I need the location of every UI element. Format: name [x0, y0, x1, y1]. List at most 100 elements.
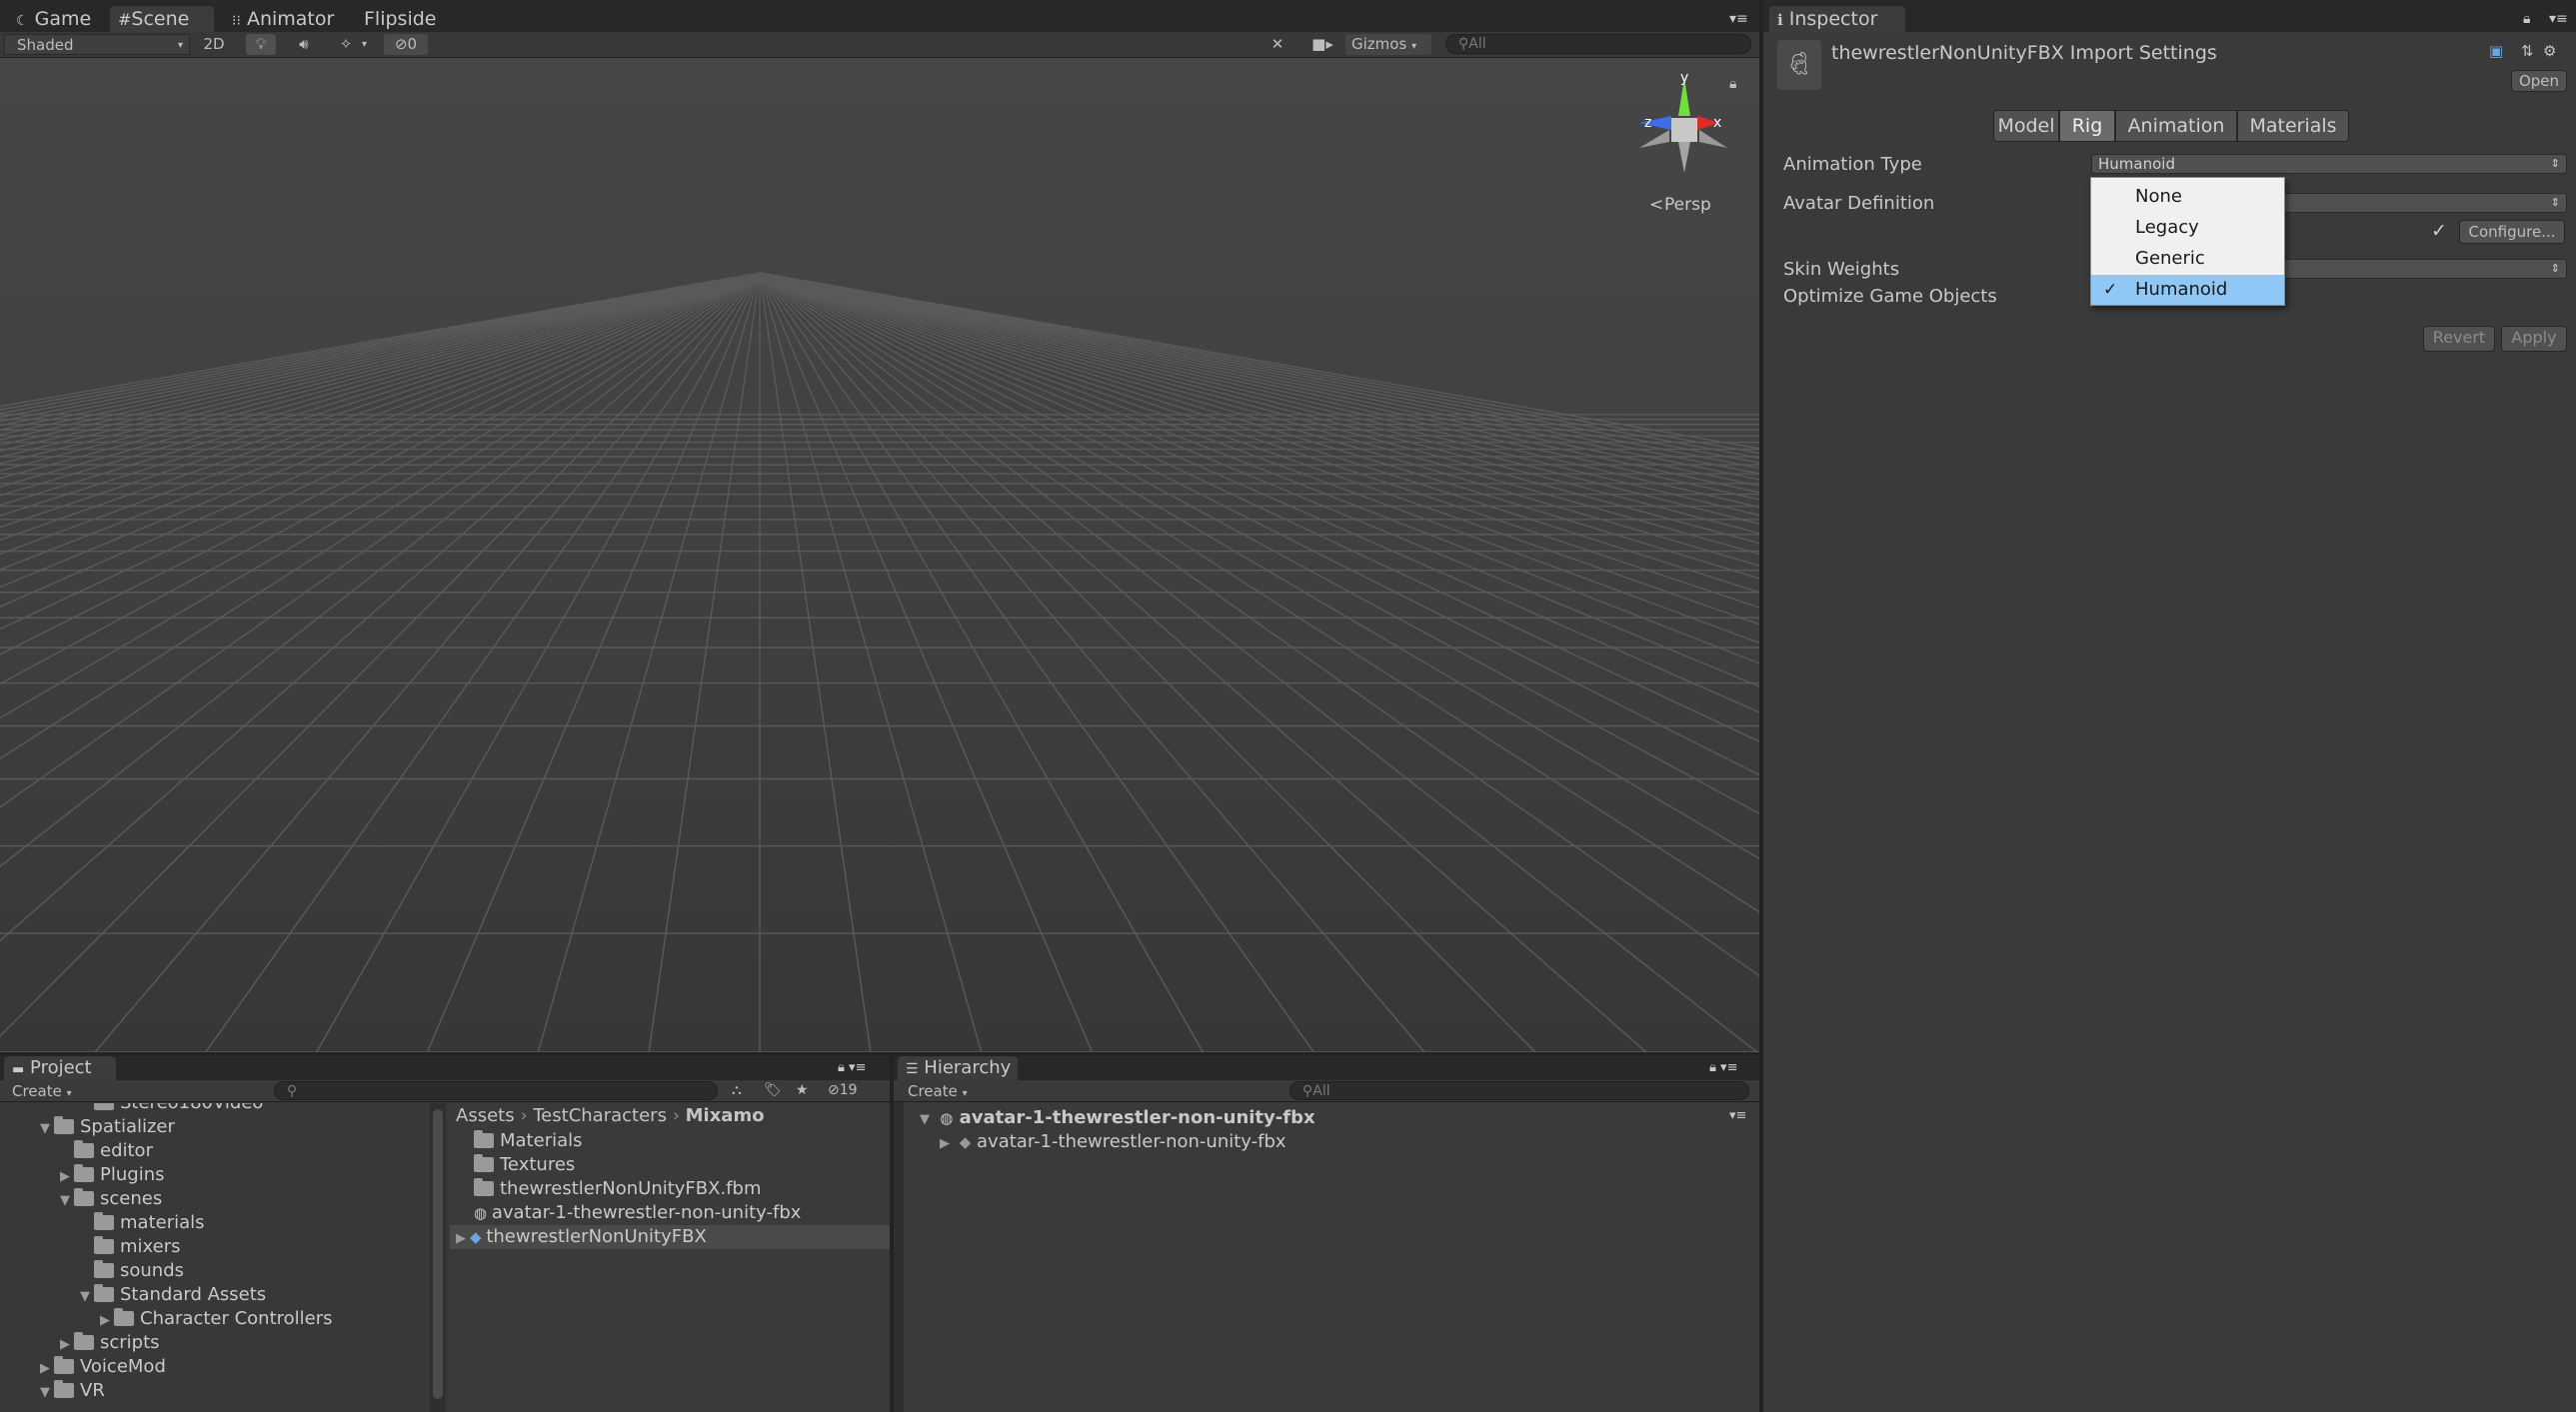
animation-type-value: Humanoid — [2098, 155, 2175, 173]
tab-animator[interactable]: ⁝⁝ Animator — [224, 6, 342, 32]
asset-item[interactable]: Textures — [450, 1153, 890, 1177]
favorite-star-icon[interactable]: ★ — [796, 1080, 809, 1101]
tree-item[interactable]: ▼ scenes — [60, 1187, 163, 1211]
menu-item-legacy[interactable]: Legacy — [2091, 213, 2284, 243]
folder-icon — [94, 1284, 114, 1302]
tree-item[interactable]: ▶ VoiceMod — [40, 1355, 166, 1379]
tree-item[interactable]: editor — [74, 1139, 153, 1163]
game-controller-icon: ☾ — [16, 13, 29, 29]
lighting-toggle-icon[interactable]: 💡︎ — [246, 34, 276, 55]
asset-item[interactable]: ▶ ◆ thewrestlerNonUnityFBX — [450, 1225, 890, 1249]
breadcrumb-mixamo[interactable]: Mixamo — [686, 1105, 765, 1126]
collapsed-arrow-icon[interactable]: ▶ — [60, 1165, 74, 1189]
tab-rig[interactable]: Rig — [2059, 110, 2115, 142]
asset-item[interactable]: ◍ avatar-1-thewrestler-non-unity-fbx — [450, 1201, 890, 1225]
tab-game[interactable]: ☾ Game — [8, 6, 99, 32]
tree-item[interactable]: ▼ VR — [40, 1379, 105, 1403]
tab-project[interactable]: ▬ Project — [4, 1056, 116, 1080]
audio-toggle-icon[interactable]: 🔊︎ — [290, 34, 318, 55]
tree-item-label: VR — [80, 1380, 105, 1401]
inspector-lock-icon[interactable]: 🔒︎ — [2515, 6, 2538, 32]
tab-flipside[interactable]: Flipside — [356, 6, 444, 32]
collapsed-arrow-icon[interactable]: ▶ — [100, 1309, 114, 1333]
tree-item-label: sounds — [120, 1260, 185, 1281]
tree-item[interactable]: ▶ scripts — [60, 1331, 160, 1355]
effects-chevron-down-icon[interactable]: ▾ — [362, 34, 376, 55]
eye-slash-icon: ⊘ — [394, 35, 408, 53]
collapsed-arrow-icon[interactable]: ▶ — [456, 1227, 470, 1251]
filter-by-type-icon[interactable]: ⛬ — [732, 1080, 742, 1101]
tree-item[interactable]: ▼ Standard Assets — [80, 1283, 266, 1307]
tree-item-label: scenes — [100, 1188, 163, 1209]
hierarchy-panel: ☰ Hierarchy 🔒︎ ▾≡ Create ▾ ⚲All ▼ ◍ avat… — [894, 1056, 1759, 1412]
expanded-arrow-icon[interactable]: ▼ — [80, 1285, 94, 1309]
scene-tab-bar: ☾ Game #Scene ⁝⁝ Animator Flipside ▾≡ — [0, 0, 1759, 32]
hierarchy-search-input[interactable]: ⚲All — [1289, 1081, 1749, 1100]
tab-scene[interactable]: #Scene — [110, 6, 214, 32]
project-search-input[interactable]: ⚲ — [274, 1081, 718, 1100]
tree-scrollbar[interactable] — [430, 1103, 446, 1412]
panel-menu-icon[interactable]: ▾≡ — [2541, 6, 2576, 32]
open-button[interactable]: Open — [2511, 70, 2567, 92]
tab-inspector[interactable]: ℹ Inspector — [1769, 6, 1905, 32]
expanded-arrow-icon[interactable]: ▼ — [40, 1117, 54, 1141]
project-lock-icon[interactable]: 🔒︎ ▾≡ — [830, 1056, 874, 1080]
tree-item[interactable]: materials — [94, 1211, 205, 1235]
collapsed-arrow-icon[interactable]: ▶ — [60, 1333, 74, 1357]
effects-toggle-icon[interactable]: ✧ — [332, 34, 360, 55]
tools-icon[interactable]: ✕ — [1266, 34, 1289, 55]
menu-item-humanoid[interactable]: ✓ Humanoid — [2091, 275, 2284, 305]
hidden-objects-toggle[interactable]: ⊘0 — [384, 34, 428, 55]
expand-arrow-icon[interactable]: ▼ — [920, 1108, 934, 1132]
collapsed-arrow-icon[interactable]: ▶ — [40, 1357, 54, 1381]
projection-label[interactable]: Persp — [1664, 195, 1711, 215]
inspector-title: thewrestlerNonUnityFBX Import Settings — [1831, 42, 2217, 64]
menu-item-none[interactable]: None — [2091, 182, 2284, 212]
expanded-arrow-icon[interactable]: ▼ — [40, 1381, 54, 1405]
tree-item[interactable]: ▼ Spatializer — [40, 1115, 175, 1139]
asset-item[interactable]: Materials — [450, 1129, 890, 1153]
updown-chevron-icon: ⇕ — [2550, 262, 2560, 275]
animation-type-dropdown[interactable]: Humanoid ⇕ — [2091, 154, 2567, 174]
hierarchy-scene-row[interactable]: ▼ ◍ avatar-1-thewrestler-non-unity-fbx — [920, 1106, 1315, 1130]
tree-item[interactable]: mixers — [94, 1235, 181, 1259]
scene-viewport[interactable]: y z x < Persp 🔒︎ — [0, 58, 1759, 1052]
tree-item[interactable]: Stereo180Video — [94, 1103, 263, 1115]
hierarchy-lock-icon[interactable]: 🔒︎ ▾≡ — [1701, 1056, 1745, 1080]
revert-button[interactable]: Revert — [2423, 326, 2495, 352]
panel-menu-icon[interactable]: ▾≡ — [1721, 6, 1756, 32]
tab-model[interactable]: Model — [1993, 110, 2059, 142]
hierarchy-object-row[interactable]: ▶ ◆ avatar-1-thewrestler-non-unity-fbx — [940, 1130, 1287, 1154]
collapse-arrow-icon[interactable]: ▶ — [940, 1132, 954, 1156]
tree-item[interactable]: ▶ Character Controllers — [100, 1307, 333, 1331]
projection-arrow-icon[interactable]: < — [1649, 195, 1663, 215]
project-create-dropdown[interactable]: Create ▾ — [12, 1081, 72, 1102]
2d-toggle-button[interactable]: 2D — [196, 34, 232, 55]
tree-item[interactable]: sounds — [94, 1259, 185, 1283]
configure-button[interactable]: Configure... — [2459, 220, 2565, 244]
hidden-packages-toggle[interactable]: ⊘19 — [828, 1080, 858, 1101]
camera-icon[interactable]: ■▸ — [1305, 34, 1339, 55]
settings-gear-icon[interactable]: ⚙ — [2543, 42, 2556, 60]
tree-item[interactable]: ▶ Plugins — [60, 1163, 164, 1187]
tree-scrollbar-thumb[interactable] — [433, 1109, 443, 1399]
shading-mode-dropdown[interactable]: Shaded ▾ — [4, 34, 190, 55]
breadcrumb-assets[interactable]: Assets — [456, 1105, 515, 1126]
asset-item[interactable]: thewrestlerNonUnityFBX.fbm — [450, 1177, 890, 1201]
help-book-icon[interactable]: ▣ — [2489, 42, 2503, 60]
hierarchy-create-dropdown[interactable]: Create ▾ — [908, 1081, 968, 1102]
expanded-arrow-icon[interactable]: ▼ — [60, 1189, 74, 1213]
preset-icon[interactable]: ⇅ — [2521, 42, 2534, 60]
tab-hierarchy[interactable]: ☰ Hierarchy — [898, 1056, 1018, 1080]
menu-item-generic[interactable]: Generic — [2091, 244, 2284, 274]
scene-search-input[interactable]: ⚲All — [1445, 34, 1751, 54]
scene-menu-icon[interactable]: ▾≡ — [1729, 1108, 1746, 1123]
breadcrumb-testcharacters[interactable]: TestCharacters — [533, 1105, 667, 1126]
lock-icon[interactable]: 🔒︎ — [1729, 76, 1736, 92]
gizmo-center-cube[interactable] — [1671, 118, 1697, 142]
tab-materials[interactable]: Materials — [2237, 110, 2349, 142]
filter-by-label-icon[interactable]: 🏷︎ — [764, 1080, 782, 1101]
gizmos-dropdown[interactable]: Gizmos ▾ — [1345, 34, 1431, 55]
tab-animation[interactable]: Animation — [2115, 110, 2237, 142]
apply-button[interactable]: Apply — [2501, 326, 2567, 352]
